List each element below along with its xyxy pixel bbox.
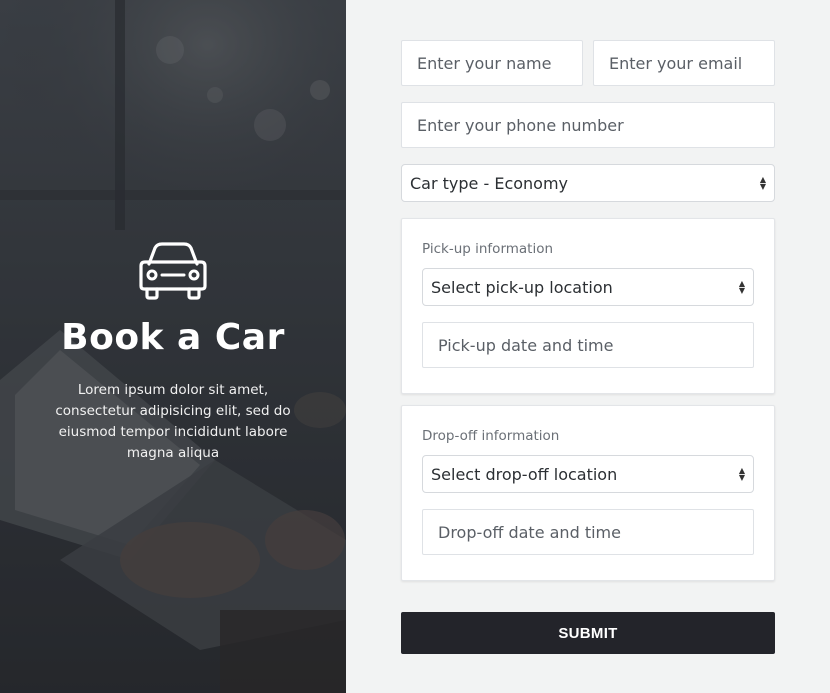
dropoff-location-value: Select drop-off location bbox=[431, 464, 618, 484]
phone-placeholder: Enter your phone number bbox=[417, 115, 624, 135]
email-placeholder: Enter your email bbox=[609, 53, 743, 73]
dropoff-location-select[interactable]: Select drop-off location ▲ ▼ bbox=[422, 455, 754, 493]
car-type-select[interactable]: Car type - Economy ▲ ▼ bbox=[401, 164, 775, 202]
hero-content: Book a Car Lorem ipsum dolor sit amet, c… bbox=[0, 240, 346, 464]
car-type-value: Car type - Economy bbox=[410, 173, 569, 193]
submit-button[interactable]: SUBMIT bbox=[401, 612, 775, 654]
dropoff-datetime-input[interactable]: Drop-off date and time bbox=[422, 509, 754, 555]
dropoff-datetime-placeholder: Drop-off date and time bbox=[438, 522, 621, 542]
pickup-datetime-input[interactable]: Pick-up date and time bbox=[422, 322, 754, 368]
pickup-datetime-placeholder: Pick-up date and time bbox=[438, 335, 614, 355]
select-arrows-icon: ▲ ▼ bbox=[738, 279, 746, 295]
hero-title: Book a Car bbox=[61, 317, 285, 358]
email-input[interactable]: Enter your email bbox=[593, 40, 775, 86]
name-placeholder: Enter your name bbox=[417, 53, 552, 73]
hero-description: Lorem ipsum dolor sit amet, consectetur … bbox=[55, 382, 291, 461]
pickup-location-value: Select pick-up location bbox=[431, 277, 613, 297]
pickup-label: Pick-up information bbox=[422, 241, 554, 257]
dropoff-label: Drop-off information bbox=[422, 428, 560, 444]
car-icon bbox=[139, 242, 207, 300]
select-arrows-icon: ▲ ▼ bbox=[759, 175, 767, 191]
phone-input[interactable]: Enter your phone number bbox=[401, 102, 775, 148]
name-input[interactable]: Enter your name bbox=[401, 40, 583, 86]
select-arrows-icon: ▲ ▼ bbox=[738, 466, 746, 482]
hero-panel: Book a Car Lorem ipsum dolor sit amet, c… bbox=[0, 0, 346, 693]
pickup-location-select[interactable]: Select pick-up location ▲ ▼ bbox=[422, 268, 754, 306]
